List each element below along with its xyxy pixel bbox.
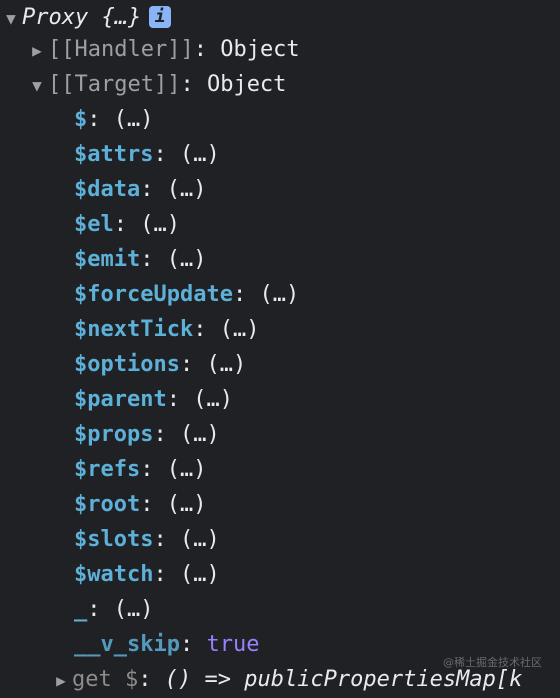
property-value[interactable]: (…) [180, 142, 220, 167]
property-value[interactable]: (…) [220, 317, 260, 342]
property-value[interactable]: (…) [167, 247, 207, 272]
proxy-title: Proxy {…} [22, 5, 142, 30]
getter-key: get $ [72, 667, 139, 692]
expand-right-icon[interactable]: ▶ [50, 663, 72, 698]
target-key: [[Target]] [48, 72, 181, 97]
property-row[interactable]: $refs: (…) [74, 452, 206, 487]
property-row[interactable]: $root: (…) [74, 487, 206, 522]
expand-down-icon[interactable]: ▼ [26, 68, 48, 103]
property-row[interactable]: $data: (…) [74, 172, 206, 207]
handler-value: Object [220, 37, 300, 62]
property-row[interactable]: $nextTick: (…) [74, 312, 259, 347]
property-value[interactable]: (…) [259, 282, 299, 307]
property-key: $emit [74, 247, 141, 272]
expand-down-icon[interactable]: ▼ [0, 1, 22, 36]
property-value[interactable]: (…) [180, 422, 220, 447]
property-key: $slots [74, 527, 154, 552]
property-row[interactable]: $props: (…) [74, 417, 220, 452]
property-key: $parent [74, 387, 167, 412]
property-value: true [206, 632, 260, 657]
watermark-text: @稀土掘金技术社区 [443, 656, 542, 669]
property-row[interactable]: _: (…) [74, 592, 154, 627]
expand-right-icon[interactable]: ▶ [26, 33, 48, 68]
property-key: $options [74, 352, 180, 377]
property-row[interactable]: $attrs: (…) [74, 137, 220, 172]
property-key: $ [74, 107, 88, 132]
property-key: $watch [74, 562, 154, 587]
getter-value: () => publicPropertiesMap[k [164, 667, 523, 692]
property-key: $data [74, 177, 141, 202]
property-row[interactable]: $: (…) [74, 102, 154, 137]
property-value[interactable]: (…) [180, 562, 220, 587]
property-row[interactable]: $options: (…) [74, 347, 246, 382]
property-key: __v_skip [74, 632, 180, 657]
property-value[interactable]: (…) [140, 212, 180, 237]
property-row[interactable]: $el: (…) [74, 207, 180, 242]
property-value[interactable]: (…) [206, 352, 246, 377]
property-value[interactable]: (…) [114, 597, 154, 622]
handler-key: [[Handler]] [48, 37, 194, 62]
property-key: $el [74, 212, 114, 237]
property-value[interactable]: (…) [167, 492, 207, 517]
property-key: $nextTick [74, 317, 194, 342]
target-value: Object [206, 72, 287, 97]
property-key: $refs [74, 457, 141, 482]
property-value[interactable]: (…) [180, 527, 220, 552]
property-row[interactable]: $slots: (…) [74, 522, 220, 557]
property-value[interactable]: (…) [167, 457, 207, 482]
property-row[interactable]: __v_skip: true [74, 627, 259, 662]
property-key: $attrs [74, 142, 154, 167]
property-row[interactable]: $watch: (…) [74, 557, 220, 592]
property-row[interactable]: $forceUpdate: (…) [74, 277, 299, 312]
property-key: $props [74, 422, 154, 447]
property-key: _ [74, 597, 88, 622]
property-value[interactable]: (…) [193, 387, 233, 412]
proxy-root-row[interactable]: ▼ Proxy {…} i [0, 0, 172, 36]
property-value[interactable]: (…) [167, 177, 207, 202]
target-row[interactable]: ▼ [[Target]]: Object [26, 67, 286, 102]
property-row[interactable]: $emit: (…) [74, 242, 206, 277]
property-row[interactable]: $parent: (…) [74, 382, 233, 417]
property-key: $root [74, 492, 141, 517]
property-key: $forceUpdate [74, 282, 233, 307]
property-value[interactable]: (…) [114, 107, 154, 132]
handler-row[interactable]: ▶ [[Handler]]: Object [26, 32, 300, 67]
info-icon[interactable]: i [149, 6, 172, 28]
